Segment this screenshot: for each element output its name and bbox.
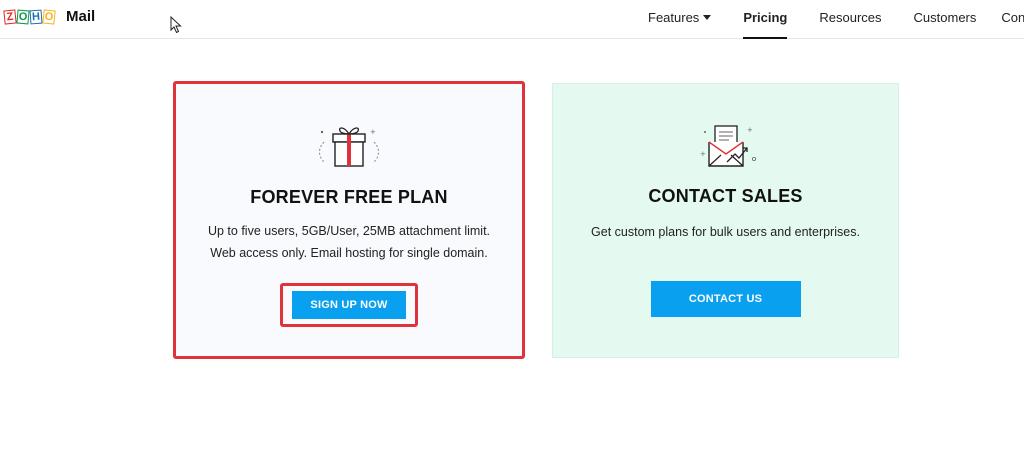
envelope-icon: + + [700,125,756,167]
contact-sales-title: CONTACT SALES [648,186,803,206]
logo-letter-o: O [16,9,30,24]
sign-up-now-button[interactable]: SIGN UP NOW [292,291,406,319]
gift-icon: + [319,127,379,167]
zoho-logo: Z O H O [3,8,56,25]
nav-features-label: Features [648,10,700,25]
nav-features[interactable]: Features [648,0,712,39]
nav-resources[interactable]: Resources [819,0,881,39]
logo-letter-z: Z [3,8,17,25]
svg-text:+: + [370,128,376,136]
free-plan-description: Up to five users, 5GB/User, 25MB attachm… [176,220,522,264]
contact-sales-card: + + CONTACT SALES Get custom plans for b… [552,83,899,358]
contact-us-button[interactable]: CONTACT US [650,281,801,317]
caret-down-icon [703,15,712,21]
brand-name: Mail [66,8,96,25]
free-plan-desc-line-1: Up to five users, 5GB/User, 25MB attachm… [207,224,491,238]
nav-pricing[interactable]: Pricing [743,0,788,39]
mouse-pointer-icon [170,16,182,34]
logo-letter-h: H [29,9,43,24]
free-plan-title: FOREVER FREE PLAN [250,187,448,207]
contact-sales-description: Get custom plans for bulk users and ente… [591,225,860,239]
top-header: Z O H O Mail Features Pricing Resources … [0,0,1024,39]
free-plan-desc-line-2: Web access only. Email hosting for singl… [210,246,488,260]
nav-contact[interactable]: Cont [1001,0,1024,39]
nav-customers[interactable]: Customers [914,0,977,39]
zoho-mail-logo[interactable]: Z O H O Mail [3,8,96,25]
forever-free-plan-card: + FOREVER FREE PLAN Up to five users, 5G… [173,81,525,359]
logo-letter-o-2: O [42,8,56,25]
svg-text:+: + [747,126,753,134]
main-nav: Features Pricing Resources Customers Con… [648,0,1024,39]
svg-text:+: + [700,150,706,158]
